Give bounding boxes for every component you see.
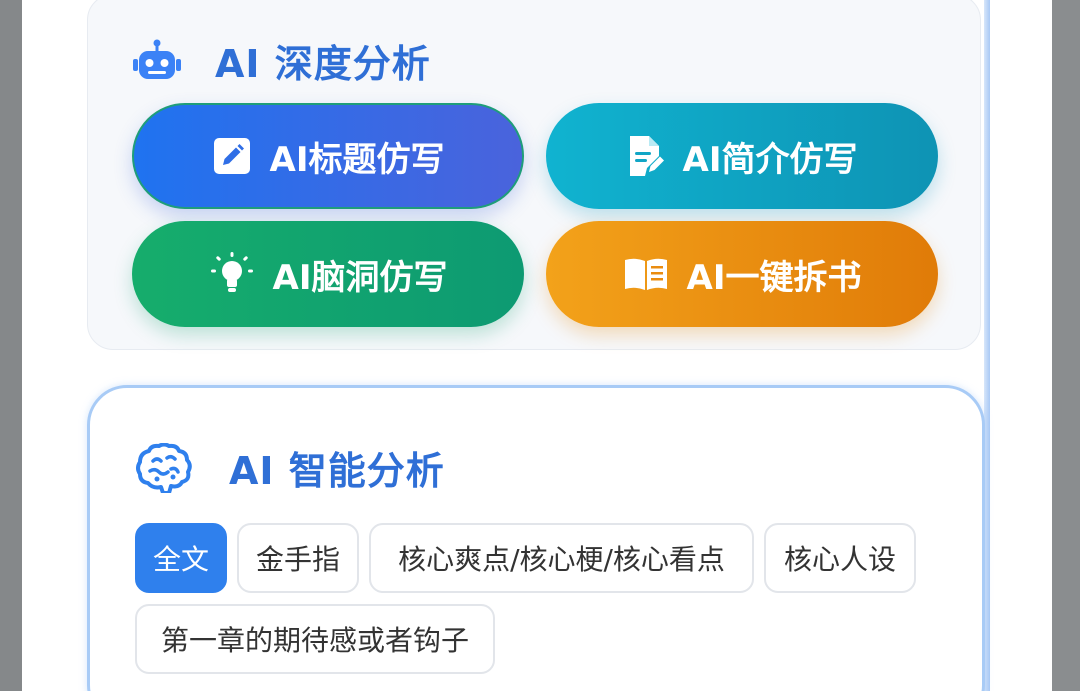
tab-full-text[interactable]: 全文 (135, 523, 227, 593)
edit-icon (212, 136, 252, 176)
deep-analysis-header: AI 深度分析 (133, 33, 431, 88)
book-open-icon (623, 256, 669, 292)
panel-right-margin (990, 0, 1052, 691)
ai-brainstorm-rewrite-label: AI脑洞仿写 (272, 257, 448, 298)
ai-intro-rewrite-label: AI简介仿写 (682, 139, 858, 180)
ai-title-rewrite-button[interactable]: AI标题仿写 (132, 103, 524, 209)
tab-core-persona[interactable]: 核心人设 (764, 523, 916, 593)
ai-book-breakdown-label: AI一键拆书 (686, 257, 862, 298)
ai-intro-rewrite-button[interactable]: AI简介仿写 (546, 103, 938, 209)
ai-title-rewrite-label: AI标题仿写 (269, 139, 445, 180)
smart-analysis-header: AI 智能分析 (135, 440, 445, 495)
background-left (0, 0, 22, 691)
document-edit-icon (627, 134, 665, 178)
tab-core-highlights[interactable]: 核心爽点/核心梗/核心看点 (369, 523, 754, 593)
robot-icon (133, 39, 181, 83)
background-right (1052, 0, 1080, 691)
tab-golden-finger[interactable]: 金手指 (237, 523, 359, 593)
brain-icon (135, 442, 193, 493)
deep-analysis-title: AI 深度分析 (215, 42, 431, 86)
lightbulb-icon (209, 251, 255, 297)
smart-analysis-title: AI 智能分析 (229, 449, 445, 493)
ai-book-breakdown-button[interactable]: AI一键拆书 (546, 221, 938, 327)
smart-analysis-card: AI 智能分析 全文 金手指 核心爽点/核心梗/核心看点 核心人设 第一章的期待… (87, 385, 985, 691)
tab-first-chapter-hook[interactable]: 第一章的期待感或者钩子 (135, 604, 495, 674)
ai-brainstorm-rewrite-button[interactable]: AI脑洞仿写 (132, 221, 524, 327)
deep-analysis-card: AI 深度分析 AI标题仿写 AI简介仿写 AI脑洞仿写 AI一键拆书 (87, 0, 981, 350)
